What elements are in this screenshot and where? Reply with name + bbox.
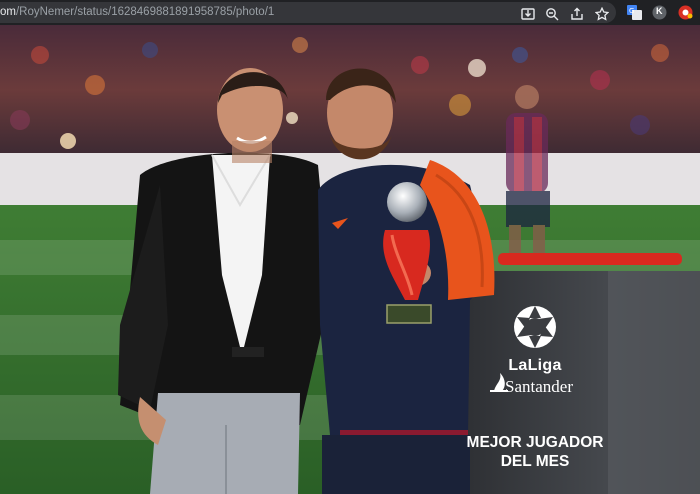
match-photo	[0, 25, 700, 494]
translate-icon[interactable]: G	[626, 4, 642, 20]
url-path: /RoyNemer/status/1628469881891958785/pho…	[15, 6, 275, 18]
award-title-line1: MEJOR JUGADOR	[466, 434, 604, 451]
award-title: MEJOR JUGADOR DEL MES	[465, 433, 605, 471]
laliga-logo	[514, 306, 556, 348]
zoom-icon[interactable]	[544, 6, 560, 22]
svg-text:G: G	[629, 7, 634, 15]
browser-toolbar: om/RoyNemer/status/1628469881891958785/p…	[0, 0, 700, 25]
profile-icon[interactable]: K	[651, 4, 667, 20]
url-domain-fragment: om	[0, 6, 16, 18]
photo-viewer: LaLiga Santander MEJOR JUGADOR DEL MES	[0, 25, 700, 494]
award-title-line2: DEL MES	[500, 453, 570, 470]
share-icon[interactable]	[569, 6, 585, 22]
santander-brand-text: Santander	[505, 377, 573, 396]
extension-icon[interactable]	[677, 4, 693, 20]
address-bar[interactable]: om/RoyNemer/status/1628469881891958785/p…	[0, 2, 616, 23]
bookmark-star-icon[interactable]	[594, 6, 610, 22]
url-text[interactable]: om/RoyNemer/status/1628469881891958785/p…	[0, 6, 274, 18]
install-app-icon[interactable]	[520, 6, 536, 22]
laliga-brand-text: LaLiga	[508, 357, 562, 374]
profile-initial: K	[656, 6, 663, 16]
